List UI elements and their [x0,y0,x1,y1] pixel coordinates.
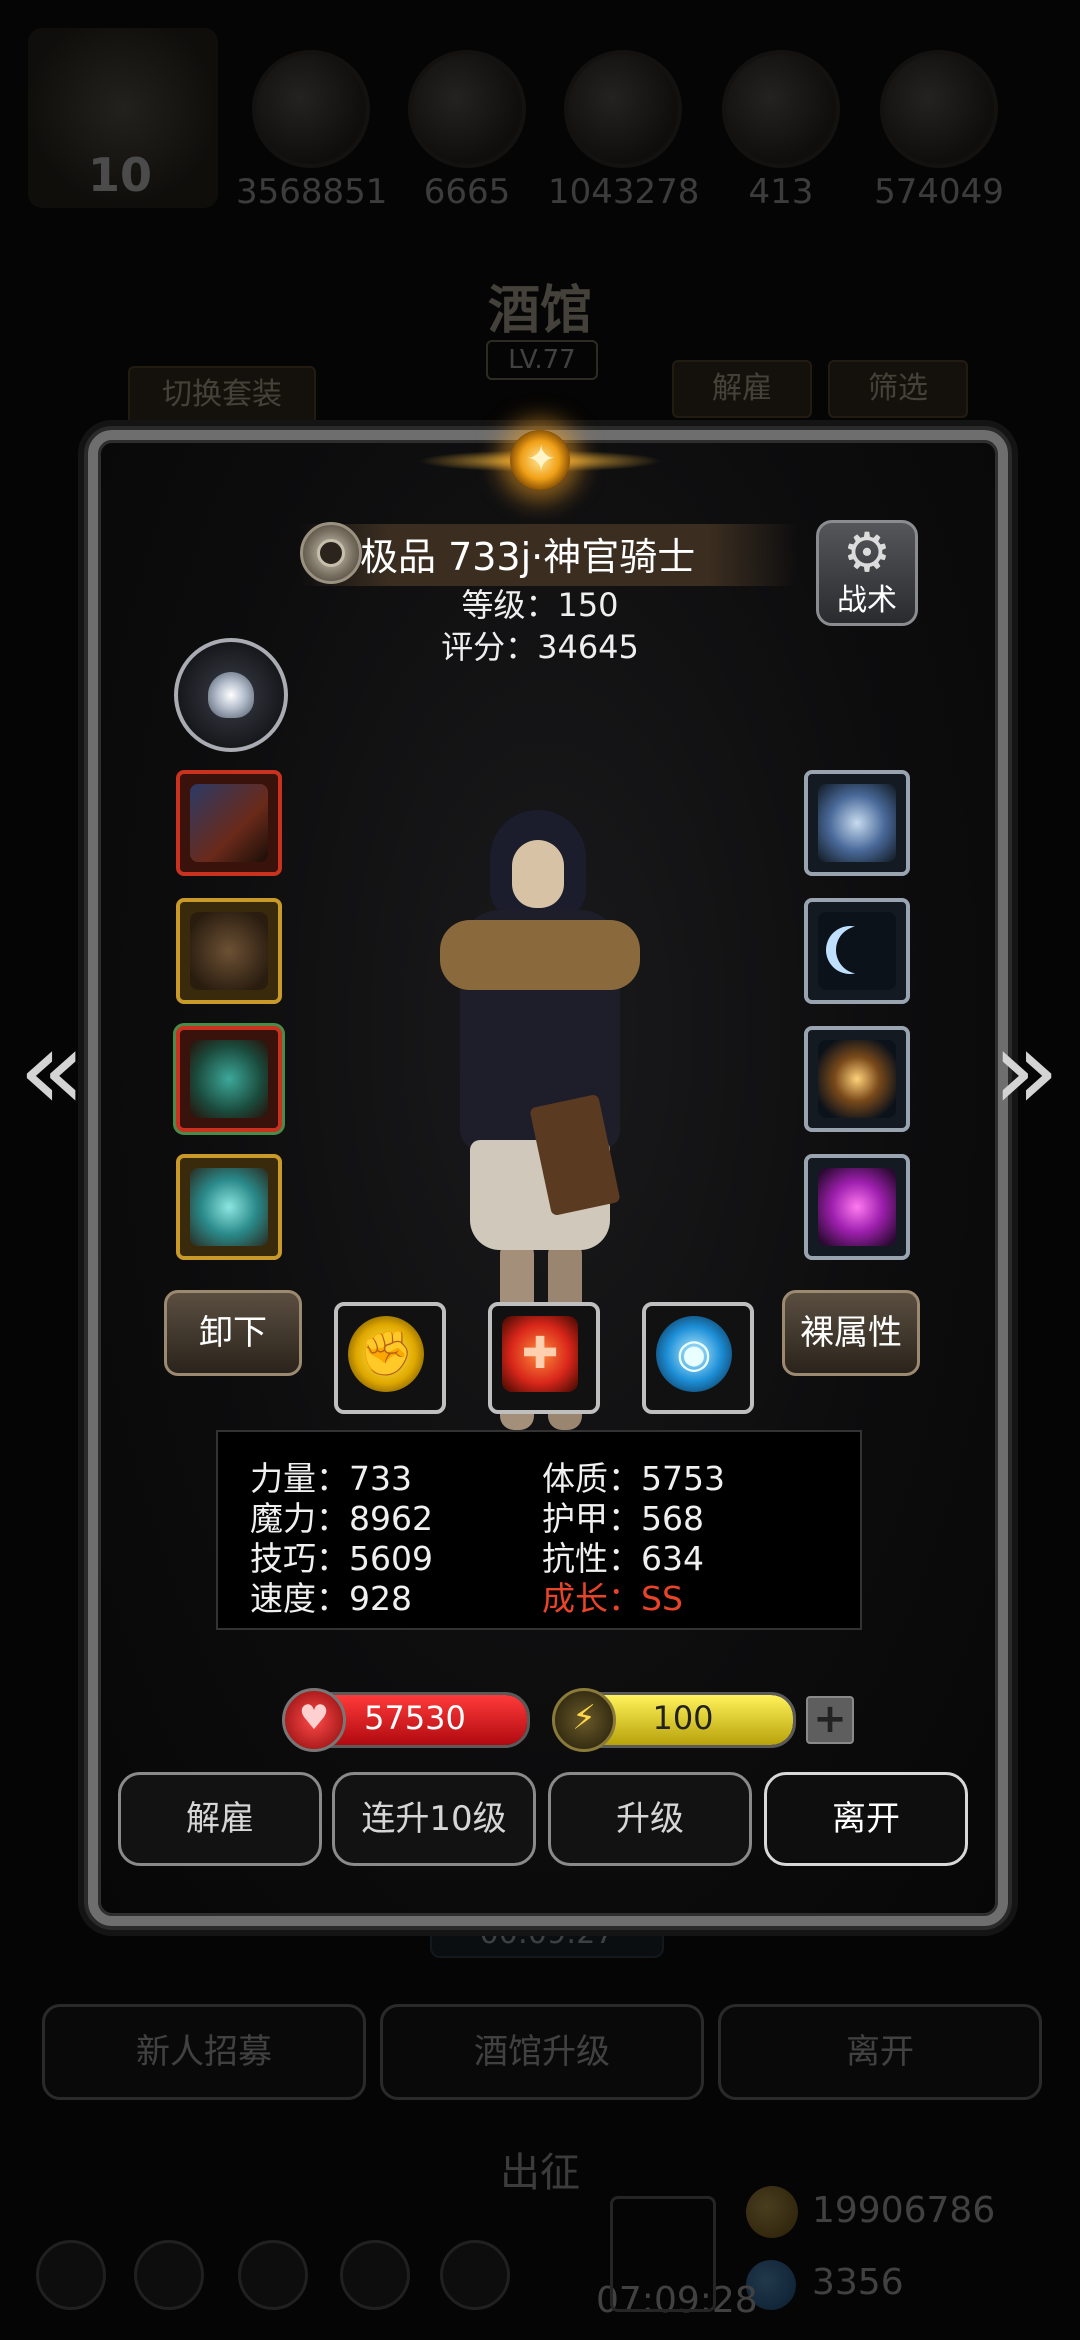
cloud-charm-icon [818,784,896,862]
stats-panel: 力量：733 魔力：8962 技巧：5609 速度：928 体质：5753 护甲… [216,1430,862,1630]
stat-growth: 成长：SS [542,1579,683,1618]
class-emblem-button[interactable] [174,638,288,752]
hero-score: 评分：34645 [441,628,639,666]
resource-2: 6665 [392,50,542,212]
resource-value: 574049 [874,172,1004,212]
hero-level: 等级：150 [461,586,619,624]
tactics-button[interactable]: ⚙ 战术 [816,520,918,626]
equipment-slot-weapon[interactable] [176,770,282,876]
resource-1: 3568851 [236,50,388,212]
resource-value: 1043278 [548,172,700,212]
hero-name: 极品 733j·神官骑士 [360,535,696,579]
resource-value: 3568851 [236,172,388,212]
filter-button[interactable]: 筛选 [828,360,968,418]
tactics-label: 战术 [837,583,897,618]
resource-5: 574049 [864,50,1014,212]
resource-icon [722,50,840,168]
armor-icon [190,912,268,990]
switch-set-button[interactable]: 切换套装 [128,366,316,424]
chevron-left-icon: « [18,1006,86,1134]
add-energy-button[interactable]: + [806,1696,854,1744]
level-up-button[interactable]: 升级 [548,1772,752,1866]
level-up-10-button[interactable]: 连升10级 [332,1772,536,1866]
gold-coin-icon [746,2186,798,2238]
lightning-icon: ⚡ [552,1688,616,1752]
equipment-slot-accessory-3[interactable] [804,1026,910,1132]
raw-stats-button[interactable]: 裸属性 [782,1290,920,1376]
lantern-icon [818,1040,896,1118]
equipment-slot-necklace[interactable] [176,1026,282,1132]
leave-button[interactable]: 离开 [764,1772,968,1866]
purple-gem-icon [818,1168,896,1246]
eye-icon: ◉ [656,1316,732,1392]
skill-slot-1[interactable]: ✊ [334,1302,446,1414]
resource-icon [880,50,998,168]
gift-box-icon[interactable] [610,2196,716,2312]
gold-value: 19906786 [812,2190,996,2231]
resource-4: 413 [706,50,856,212]
resource-value: 6665 [423,172,511,212]
ring-icon [190,1168,268,1246]
equipment-slot-ring[interactable] [176,1154,282,1260]
resource-value: 413 [748,172,814,212]
skill-slot-2[interactable]: ✚ [488,1302,600,1414]
nav-icon[interactable] [340,2240,410,2310]
equipment-slot-armor[interactable] [176,898,282,1004]
tavern-level: LV.77 [486,340,598,380]
hammer-icon [190,784,268,862]
amulet-icon [190,1040,268,1118]
previous-hero-arrow[interactable]: « [12,1010,92,1130]
skill-slot-3[interactable]: ◉ [642,1302,754,1414]
nav-icon[interactable] [238,2240,308,2310]
dialog-emblem: ✦ [418,420,662,500]
chevron-right-icon: » [992,1006,1060,1134]
resource-icon [564,50,682,168]
nav-icon[interactable] [134,2240,204,2310]
hero-class-icon [300,522,362,584]
tavern-leave-button[interactable]: 离开 [718,2004,1042,2100]
heal-cross-icon: ✚ [502,1316,578,1392]
nav-icon[interactable] [36,2240,106,2310]
next-hero-arrow[interactable]: » [986,1010,1066,1130]
tavern-upgrade-button[interactable]: 酒馆升级 [380,2004,704,2100]
equipment-slot-accessory-4[interactable] [804,1154,910,1260]
crest-icon [208,672,254,718]
heart-icon: ♥ [282,1688,346,1752]
equipment-slot-accessory-1[interactable] [804,770,910,876]
dismiss-bg-button[interactable]: 解雇 [672,360,812,418]
unequip-button[interactable]: 卸下 [164,1290,302,1376]
stat-speed: 速度：928 [250,1579,412,1618]
recruit-button[interactable]: 新人招募 [42,2004,366,2100]
fist-icon: ✊ [348,1316,424,1392]
equipment-slot-accessory-2[interactable] [804,898,910,1004]
resource-3: 1043278 [548,50,700,212]
player-level: 10 [88,148,153,202]
tavern-title: 酒馆 [487,280,592,341]
player-avatar[interactable]: 10 [28,28,218,208]
star-icon: ✦ [526,439,557,480]
gem-value: 3356 [812,2262,904,2303]
crescent-moon-icon [818,912,896,990]
nav-icon[interactable] [440,2240,510,2310]
resource-icon [408,50,526,168]
resource-icon [252,50,370,168]
dismiss-button[interactable]: 解雇 [118,1772,322,1866]
gear-icon: ⚙ [842,521,892,584]
